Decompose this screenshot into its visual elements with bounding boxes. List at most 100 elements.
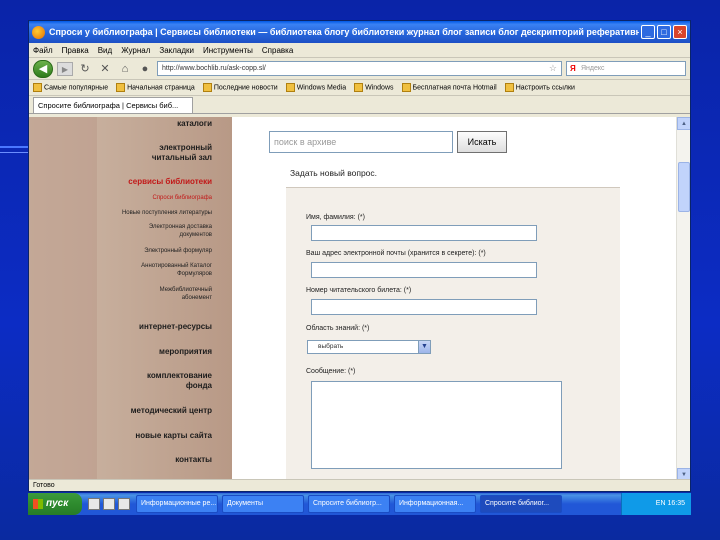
bookmark-label: Начальная страница: [127, 84, 195, 92]
forward-button[interactable]: ▶: [57, 61, 73, 76]
tab-bar: Спросите библиографа | Сервисы биб...: [29, 96, 690, 114]
card-number-label: Номер читательского билета: (*): [306, 287, 412, 294]
sidebar-item-acquisition[interactable]: комплектование фонда: [147, 371, 212, 391]
url-text: http://www.bochlib.ru/ask-copp.sl/: [162, 65, 266, 72]
name-label: Имя, фамилия: (*): [306, 214, 365, 221]
windows-logo-icon: [33, 499, 43, 509]
message-textarea[interactable]: [311, 381, 562, 469]
reload-icon[interactable]: ↻: [77, 61, 93, 77]
sidebar-subitem-ask-librarian[interactable]: Спроси библиографа: [152, 194, 212, 202]
menu-history[interactable]: Журнал: [121, 46, 150, 55]
taskbar-item-active[interactable]: Спросите библиог...: [480, 495, 562, 513]
taskbar-item[interactable]: Информационная...: [394, 495, 476, 513]
scroll-thumb[interactable]: [678, 162, 690, 212]
menu-bookmarks[interactable]: Закладки: [159, 46, 194, 55]
question-form: Имя, фамилия: (*) Ваш адрес электронной …: [286, 187, 620, 481]
quick-launch-icon[interactable]: [88, 498, 100, 510]
scroll-up-icon[interactable]: ▲: [677, 117, 690, 130]
url-bar[interactable]: http://www.bochlib.ru/ask-copp.sl/ ☆: [157, 61, 562, 76]
bookmark-icon: [33, 83, 42, 92]
bookmark-icon: [285, 83, 295, 92]
sidebar-subitem-catalog[interactable]: Аннотированный Каталог Формуляров: [141, 262, 212, 278]
card-number-field[interactable]: [311, 299, 537, 315]
window-title: Спроси у библиографа | Сервисы библиотек…: [49, 27, 639, 37]
name-field[interactable]: [311, 225, 537, 241]
back-button[interactable]: ◀: [33, 59, 53, 78]
form-title: Задать новый вопрос.: [290, 168, 378, 178]
sidebar-item-reading-room[interactable]: электронный читальный зал: [152, 143, 212, 163]
taskbar-item[interactable]: Спросите библиогр...: [308, 495, 390, 513]
search-button[interactable]: Искать: [457, 131, 507, 153]
sidebar-item-sitemap[interactable]: новые карты сайта: [135, 431, 212, 441]
start-button[interactable]: пуск: [28, 493, 82, 515]
browser-window: Спроси у библиографа | Сервисы библиотек…: [28, 20, 691, 492]
sidebar-strip: [29, 117, 97, 481]
bookmark-item[interactable]: Windows Media: [285, 83, 346, 92]
navigation-toolbar: ◀ ▶ ↻ ✕ ⌂ ● http://www.bochlib.ru/ask-co…: [29, 58, 690, 80]
taskbar-item[interactable]: Информационные ре...: [136, 495, 218, 513]
taskbar-item[interactable]: Документы: [222, 495, 304, 513]
area-label: Область знаний: (*): [306, 325, 370, 332]
sidebar-subitem-form[interactable]: Электронный формуляр: [144, 247, 212, 255]
sidebar-subitem-new-arrivals[interactable]: Новые поступления литературы: [122, 209, 212, 217]
sidebar-item-contacts[interactable]: контакты: [175, 455, 212, 465]
bookmark-icon: [202, 83, 212, 92]
sidebar-item-services[interactable]: сервисы библиотеки: [128, 177, 212, 187]
archive-search-input[interactable]: поиск в архиве: [269, 131, 453, 153]
bookmark-item[interactable]: Начальная страница: [116, 83, 195, 92]
maximize-button[interactable]: □: [657, 25, 671, 39]
system-tray: EN 16:35: [621, 493, 691, 515]
bookmark-item[interactable]: Windows: [354, 83, 394, 92]
menu-tools[interactable]: Инструменты: [203, 46, 253, 55]
firefox-icon: [32, 25, 45, 39]
bookmark-item[interactable]: Настроить ссылки: [504, 83, 575, 92]
bookmarks-toolbar: Самые популярные Начальная страница Посл…: [29, 80, 690, 96]
chevron-down-icon: ▼: [418, 341, 430, 353]
bookmark-icon: [401, 83, 411, 92]
menu-view[interactable]: Вид: [98, 46, 112, 55]
title-bar: Спроси у библиографа | Сервисы библиотек…: [29, 21, 690, 43]
bookmark-label: Самые популярные: [44, 84, 109, 92]
bookmark-label: Последние новости: [213, 84, 278, 92]
minimize-button[interactable]: _: [641, 25, 655, 39]
area-select[interactable]: выбрать ▼: [307, 340, 431, 354]
menu-file[interactable]: Файл: [33, 46, 53, 55]
language-indicator[interactable]: EN: [656, 500, 666, 507]
bookmark-icon: [504, 83, 514, 92]
stop-icon[interactable]: ✕: [97, 61, 113, 77]
search-bar-placeholder: Яндекс: [581, 65, 605, 72]
main-panel: поиск в архиве Искать Задать новый вопро…: [232, 117, 677, 481]
bookmark-item[interactable]: Последние новости: [202, 83, 278, 92]
vertical-scrollbar[interactable]: ▲ ▼: [676, 117, 690, 481]
sidebar-item-events[interactable]: мероприятия: [159, 347, 212, 357]
home-icon[interactable]: ⌂: [117, 61, 133, 77]
email-label: Ваш адрес электронной почты (хранится в …: [306, 250, 486, 257]
sidebar-subitem-interlibrary[interactable]: Межбиблиотечный абонемент: [160, 286, 212, 302]
tab-active[interactable]: Спросите библиографа | Сервисы биб...: [33, 97, 193, 113]
bookmark-item[interactable]: Самые популярные: [33, 83, 108, 92]
menu-help[interactable]: Справка: [262, 46, 293, 55]
yandex-icon: Я: [570, 64, 576, 73]
quick-launch-icon[interactable]: [118, 498, 130, 510]
menu-bar: Файл Правка Вид Журнал Закладки Инструме…: [29, 43, 690, 58]
message-label: Сообщение: (*): [306, 368, 356, 375]
sidebar-item-internet-resources[interactable]: интернет-ресурсы: [139, 322, 212, 332]
sidebar-item-methodical-center[interactable]: методический центр: [131, 406, 212, 416]
bookmark-icon: [354, 83, 364, 92]
page-content: каталоги электронный читальный зал серви…: [29, 117, 690, 481]
bookmark-icon: [116, 83, 126, 92]
area-select-value: выбрать: [318, 343, 344, 350]
status-bar: Готово: [29, 479, 690, 491]
bookmark-star-icon[interactable]: ☆: [549, 62, 557, 75]
bookmark-item[interactable]: Бесплатная почта Hotmail: [401, 83, 497, 92]
sidebar-subitem-delivery[interactable]: Электронная доставка документов: [149, 223, 212, 239]
clock: 16:35: [667, 500, 685, 507]
email-field[interactable]: [311, 262, 537, 278]
quick-launch: [82, 498, 136, 510]
sidebar-item-catalogs[interactable]: каталоги: [177, 119, 212, 129]
menu-edit[interactable]: Правка: [62, 46, 89, 55]
sidebar: каталоги электронный читальный зал серви…: [29, 117, 232, 481]
quick-launch-icon[interactable]: [103, 498, 115, 510]
close-button[interactable]: ×: [673, 25, 687, 39]
search-bar[interactable]: Я Яндекс: [566, 61, 686, 76]
